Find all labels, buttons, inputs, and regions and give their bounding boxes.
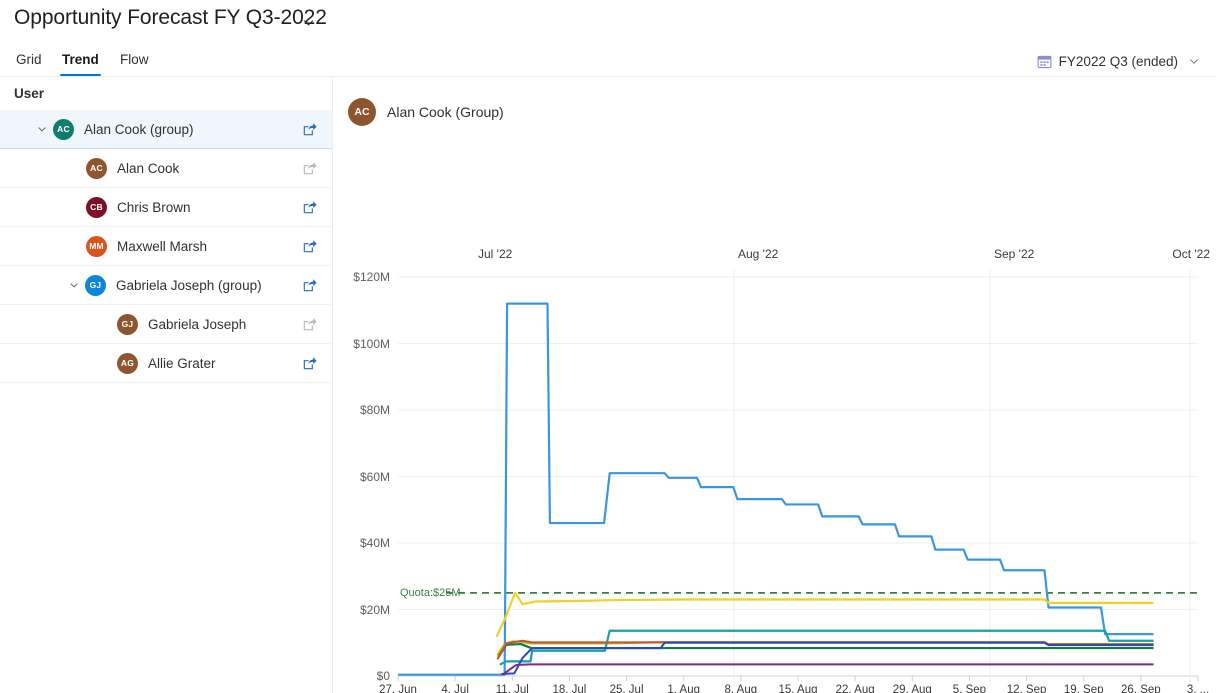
avatar: GJ xyxy=(85,275,106,296)
x-axis-tick-label: 26. Sep xyxy=(1121,684,1161,693)
forecast-trend-page: Opportunity Forecast FY Q3-2022 Grid Tre… xyxy=(0,0,1216,693)
tab-flow[interactable]: Flow xyxy=(118,44,151,76)
x-axis-tick-label: 22. Aug xyxy=(836,684,875,693)
user-row[interactable]: GJ Gabriela Joseph (group) xyxy=(0,266,332,305)
page-title: Opportunity Forecast FY Q3-2022 xyxy=(14,6,327,30)
user-row-label: Alan Cook (group) xyxy=(84,122,194,137)
quota-label: Quota:$25M xyxy=(400,587,461,599)
y-axis-tick-label: $40M xyxy=(334,536,390,550)
month-label: Aug '22 xyxy=(738,247,778,261)
share-icon[interactable] xyxy=(301,276,319,294)
chevron-down-icon[interactable] xyxy=(64,275,84,295)
user-row[interactable]: GJ Gabriela Joseph xyxy=(0,305,332,344)
user-row-label: Gabriela Joseph (group) xyxy=(116,278,262,293)
user-row[interactable]: MM Maxwell Marsh xyxy=(0,227,332,266)
share-icon[interactable] xyxy=(301,315,319,333)
y-axis-tick-label: $80M xyxy=(334,403,390,417)
share-icon[interactable] xyxy=(301,159,319,177)
x-axis-tick-label: 8. Aug xyxy=(725,684,758,693)
x-axis-tick-label: 27. Jun xyxy=(379,684,417,693)
user-sidebar: User AC Alan Cook (group) AC Alan Cook CB Chr… xyxy=(0,77,333,693)
avatar: AC xyxy=(53,119,74,140)
trend-chart[interactable]: $0 $20M $40M $60M $80M $100M $120M 27. Jun 4. J… xyxy=(334,77,1216,693)
x-axis-tick-label: 4. Jul xyxy=(441,684,469,693)
chevron-down-icon[interactable] xyxy=(1188,55,1200,67)
x-axis-tick-label: 11. Jul xyxy=(496,684,529,693)
user-row[interactable]: CB Chris Brown xyxy=(0,188,332,227)
share-icon[interactable] xyxy=(301,237,319,255)
x-axis-tick-label: 18. Jul xyxy=(552,684,586,693)
y-axis-tick-label: $100M xyxy=(334,337,390,351)
user-row[interactable]: AC Alan Cook (group) xyxy=(0,110,332,149)
month-label: Sep '22 xyxy=(994,247,1034,261)
user-row-label: Allie Grater xyxy=(148,356,216,371)
y-axis-tick-label: $20M xyxy=(334,603,390,617)
period-label: FY2022 Q3 (ended) xyxy=(1059,54,1178,69)
avatar: MM xyxy=(86,236,107,257)
share-icon[interactable] xyxy=(301,354,319,372)
chart-canvas xyxy=(334,77,1216,693)
avatar: CB xyxy=(86,197,107,218)
view-tabs: Grid Trend Flow xyxy=(0,44,1216,77)
x-axis-tick-label: 12. Sep xyxy=(1007,684,1047,693)
chevron-down-icon[interactable] xyxy=(32,119,52,139)
chart-panel: AC Alan Cook (Group) $0$20M$40M$60M$80M$… xyxy=(334,77,1216,693)
user-row-label: Alan Cook xyxy=(117,161,179,176)
x-axis-tick-label: 1. Aug xyxy=(667,684,700,693)
user-row-label: Gabriela Joseph xyxy=(148,317,246,332)
avatar: GJ xyxy=(117,314,138,335)
user-row[interactable]: AC Alan Cook xyxy=(0,149,332,188)
sidebar-column-header: User xyxy=(0,77,332,110)
share-icon[interactable] xyxy=(301,198,319,216)
tab-trend[interactable]: Trend xyxy=(60,44,101,76)
avatar: AC xyxy=(86,158,107,179)
page-header: Opportunity Forecast FY Q3-2022 xyxy=(0,0,1216,44)
y-axis-tick-label: $60M xyxy=(334,470,390,484)
user-row[interactable]: AG Allie Grater xyxy=(0,344,332,383)
chevron-down-icon[interactable] xyxy=(297,11,319,33)
user-list: AC Alan Cook (group) AC Alan Cook CB Chris Br… xyxy=(0,110,332,383)
x-axis-tick-label: 5. Sep xyxy=(953,684,986,693)
calendar-icon xyxy=(1037,54,1052,69)
tab-grid[interactable]: Grid xyxy=(14,44,44,76)
user-row-label: Maxwell Marsh xyxy=(117,239,207,254)
period-picker[interactable]: FY2022 Q3 (ended) xyxy=(1037,46,1200,76)
y-axis-tick-label: $120M xyxy=(334,270,390,284)
month-label: Oct '22 xyxy=(1172,247,1210,261)
x-axis-tick-label: 15. Aug xyxy=(778,684,817,693)
month-label: Jul '22 xyxy=(478,247,512,261)
y-axis-tick-label: $0 xyxy=(334,669,390,683)
x-axis-tick-label: 25. Jul xyxy=(610,684,644,693)
x-axis-tick-label: 3. ... xyxy=(1187,684,1209,693)
x-axis-tick-label: 19. Sep xyxy=(1064,684,1104,693)
x-axis-tick-label: 29. Aug xyxy=(893,684,932,693)
avatar: AG xyxy=(117,353,138,374)
share-icon[interactable] xyxy=(301,120,319,138)
user-row-label: Chris Brown xyxy=(117,200,191,215)
